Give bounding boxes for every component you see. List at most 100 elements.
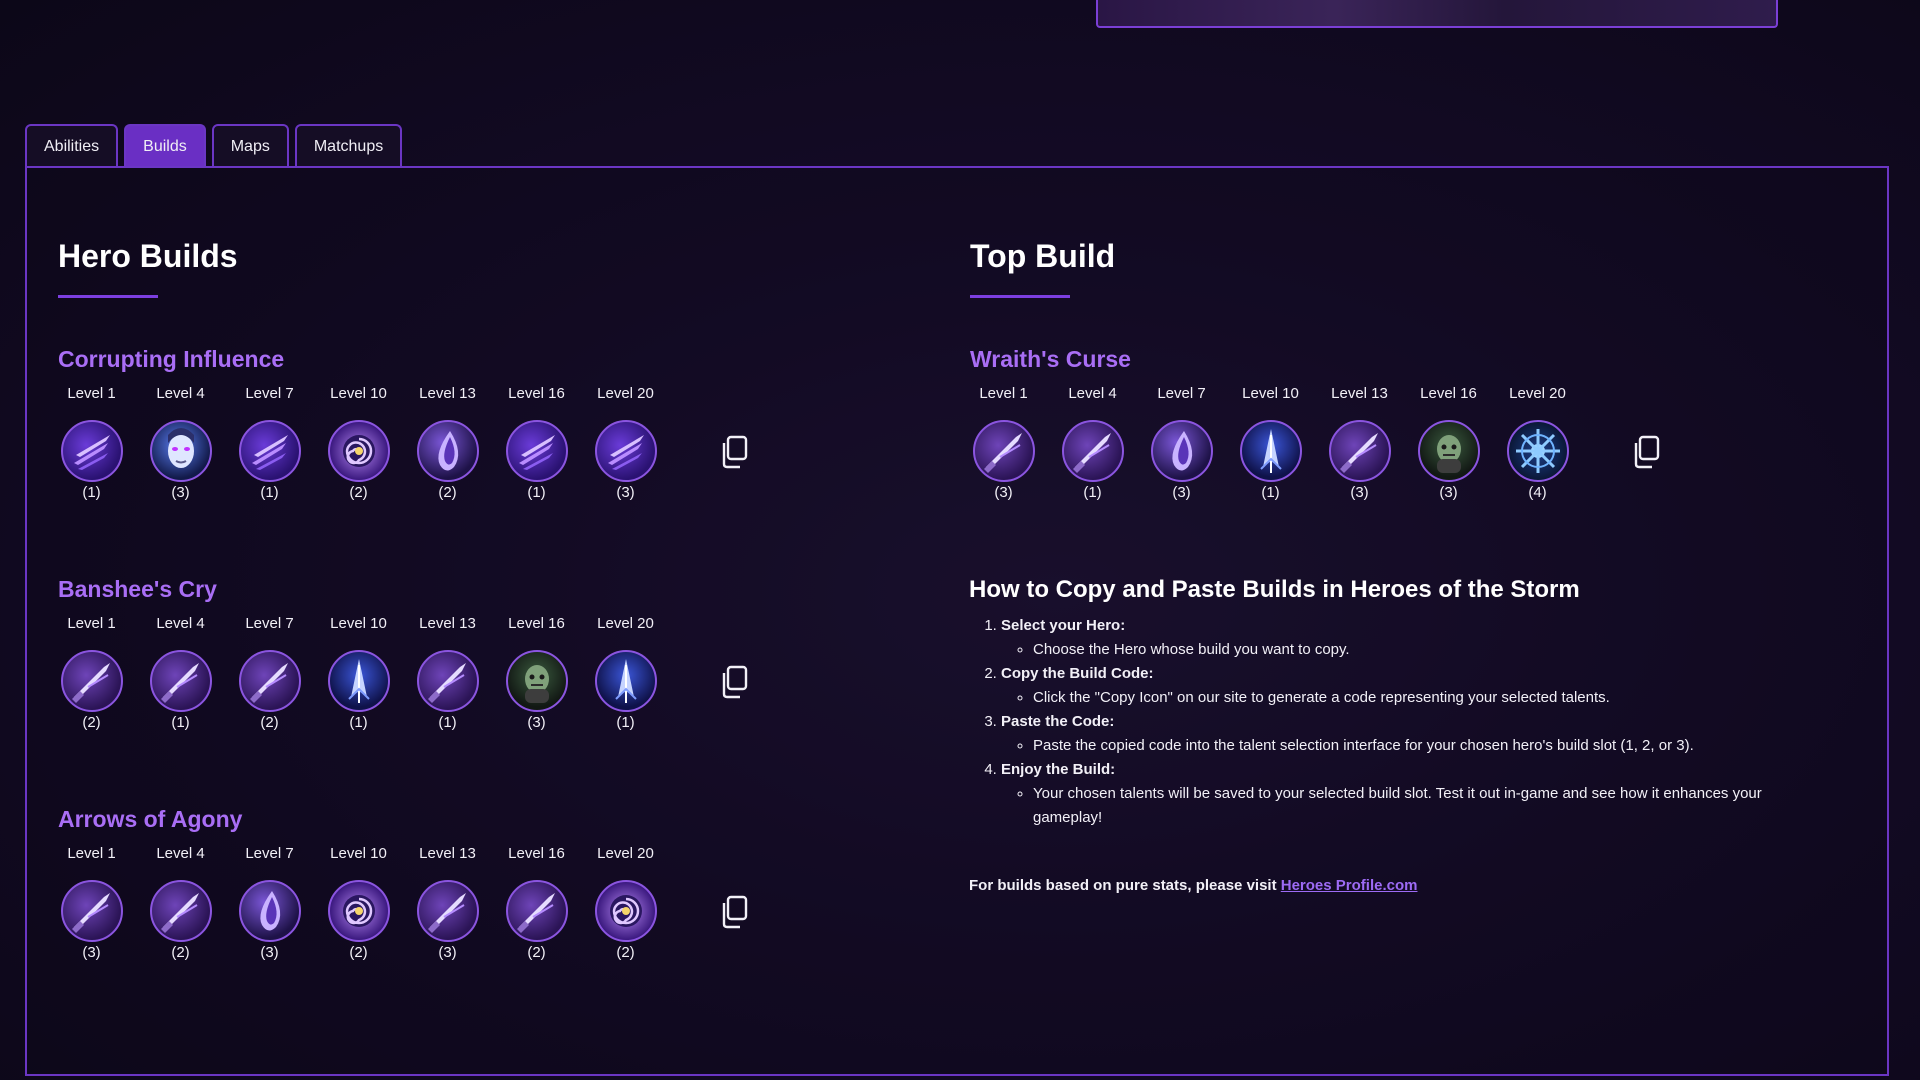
talent-level-label: Level 1 [979,385,1028,402]
talent-level-label: Level 20 [597,845,654,862]
star-talent-icon[interactable] [1506,420,1569,482]
blade-talent-icon[interactable] [238,650,301,712]
build-name-corrupting-influence: Corrupting Influence [58,346,285,372]
spiral-eye-talent-icon[interactable] [594,880,657,942]
tab-maps[interactable]: Maps [211,124,289,166]
talent-level-label: Level 13 [1331,385,1388,402]
talent-slot: Level 16 (2) [492,844,581,962]
how-to-title: How to Copy and Paste Builds in Heroes o… [969,576,1580,603]
talent-level-label: Level 7 [245,615,294,632]
blade-talent-icon[interactable] [60,880,123,942]
blade-talent-icon[interactable] [1061,420,1124,482]
blade-talent-icon[interactable] [972,420,1035,482]
arrow-talent-icon[interactable] [327,650,390,712]
stats-note: For builds based on pure stats, please v… [969,877,1417,894]
arrow-talent-icon[interactable] [594,650,657,712]
blade-talent-icon[interactable] [149,880,212,942]
talent-slot: Level 4 (1) [136,614,225,732]
talent-level-label: Level 16 [1420,385,1477,402]
talent-rank: (1) [438,714,457,731]
step-item: Select your Hero: Choose the Hero whose … [1001,614,1829,662]
talent-rank: (3) [171,484,190,501]
copy-icon [1631,435,1661,473]
step-heading: Select your Hero: [1001,617,1126,634]
talent-slot: Level 10 (1) [314,614,403,732]
talent-level-label: Level 7 [245,845,294,862]
drop-talent-icon[interactable] [1150,420,1213,482]
build-name-arrows-of-agony: Arrows of Agony [58,806,243,832]
drop-talent-icon[interactable] [416,420,479,482]
talent-slot: Level 16 (3) [1404,384,1493,502]
ghoul-talent-icon[interactable] [1417,420,1480,482]
talent-slot: Level 1 (1) [47,384,136,502]
talent-level-label: Level 7 [1157,385,1206,402]
copy-build-button[interactable] [719,665,749,699]
talent-rank: (3) [1350,484,1369,501]
step-heading: Enjoy the Build: [1001,761,1116,778]
spiral-eye-talent-icon[interactable] [327,420,390,482]
talent-level-label: Level 20 [597,615,654,632]
talent-level-label: Level 16 [508,845,565,862]
talent-rank: (1) [527,484,546,501]
ghoul-talent-icon[interactable] [505,650,568,712]
how-to-steps: Select your Hero: Choose the Hero whose … [969,614,1829,830]
copy-build-button[interactable] [719,895,749,929]
claw-talent-icon[interactable] [238,420,301,482]
tab-abilities[interactable]: Abilities [25,124,119,166]
blade-talent-icon[interactable] [416,650,479,712]
talent-slot: Level 16 (1) [492,384,581,502]
blade-talent-icon[interactable] [416,880,479,942]
talent-level-label: Level 10 [330,615,387,632]
talent-slot: Level 20 (3) [581,384,670,502]
talent-rank: (3) [994,484,1013,501]
top-build-title: Top Build [970,238,1116,274]
talent-row: Level 1 (3) Level 4 (2) Level 7 (3) Level 10 (2… [47,844,670,962]
claw-talent-icon[interactable] [60,420,123,482]
talent-level-label: Level 1 [67,615,116,632]
banshee-face-talent-icon[interactable] [149,420,212,482]
tab-matchups[interactable]: Matchups [294,124,403,166]
talent-level-label: Level 4 [156,845,205,862]
copy-icon [719,665,749,703]
talent-level-label: Level 16 [508,385,565,402]
step-detail: Click the "Copy Icon" on our site to gen… [1033,686,1829,710]
talent-slot: Level 7 (1) [225,384,314,502]
claw-talent-icon[interactable] [505,420,568,482]
step-detail: Your chosen talents will be saved to you… [1033,782,1829,830]
talent-level-label: Level 4 [156,615,205,632]
drop-talent-icon[interactable] [238,880,301,942]
build-name-banshees-cry: Banshee's Cry [58,576,217,602]
talent-level-label: Level 16 [508,615,565,632]
claw-talent-icon[interactable] [594,420,657,482]
talent-slot: Level 13 (3) [403,844,492,962]
spiral-eye-talent-icon[interactable] [327,880,390,942]
talent-rank: (1) [171,714,190,731]
talent-level-label: Level 20 [1509,385,1566,402]
heroes-profile-link[interactable]: Heroes Profile.com [1281,877,1418,894]
talent-slot: Level 1 (3) [47,844,136,962]
talent-row: Level 1 (2) Level 4 (1) Level 7 (2) Level 10 (1… [47,614,670,732]
blade-talent-icon[interactable] [505,880,568,942]
talent-slot: Level 7 (3) [1137,384,1226,502]
talent-slot: Level 10 (2) [314,384,403,502]
talent-level-label: Level 1 [67,385,116,402]
blade-talent-icon[interactable] [1328,420,1391,482]
talent-slot: Level 4 (3) [136,384,225,502]
talent-level-label: Level 4 [1068,385,1117,402]
step-item: Paste the Code: Paste the copied code in… [1001,710,1829,758]
step-item: Enjoy the Build: Your chosen talents wil… [1001,758,1829,830]
talent-slot: Level 7 (3) [225,844,314,962]
arrow-talent-icon[interactable] [1239,420,1302,482]
copy-build-button[interactable] [1631,435,1661,469]
talent-level-label: Level 20 [597,385,654,402]
hero-portrait-banner [1096,0,1778,28]
blade-talent-icon[interactable] [149,650,212,712]
blade-talent-icon[interactable] [60,650,123,712]
tab-builds[interactable]: Builds [124,124,206,166]
talent-rank: (1) [1261,484,1280,501]
talent-level-label: Level 4 [156,385,205,402]
copy-build-button[interactable] [719,435,749,469]
talent-rank: (2) [171,944,190,961]
talent-rank: (3) [260,944,279,961]
step-heading: Paste the Code: [1001,713,1115,730]
